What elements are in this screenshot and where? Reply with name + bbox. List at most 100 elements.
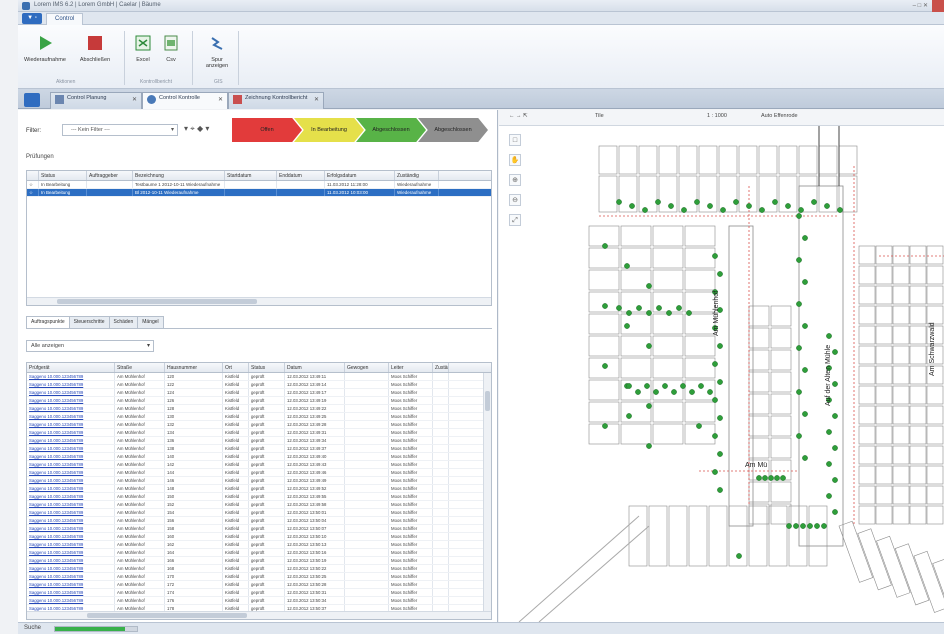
filter-select[interactable]: --- Kein Filter ---: [62, 124, 178, 136]
table-cell[interactable]: Saggeno 10.000.123456789: [27, 469, 115, 476]
horizontal-scrollbar[interactable]: [27, 611, 491, 619]
table-cell[interactable]: Saggeno 10.000.123456789: [27, 517, 115, 524]
table-row[interactable]: Saggeno 10.000.123456789 Am Mühlenhof 168 K…: [27, 565, 491, 573]
column-header[interactable]: Straße: [115, 363, 165, 372]
show-track-button[interactable]: Spur anzeigen: [200, 35, 234, 77]
table-row[interactable]: ☆ In Bearbeitung Bl 2012-10-11 Wiederaufna…: [27, 189, 491, 197]
table-cell[interactable]: Saggeno 10.000.123456789: [27, 493, 115, 500]
column-header[interactable]: Datum: [285, 363, 345, 372]
map-nav-buttons[interactable]: ← → ⇱: [509, 113, 528, 119]
finish-button[interactable]: Abschließen: [74, 35, 116, 77]
table-row[interactable]: Saggeno 10.000.123456789 Am Mühlenhof 146 K…: [27, 477, 491, 485]
table-cell[interactable]: Saggeno 10.000.123456789: [27, 461, 115, 468]
column-header[interactable]: Erfolgsdatum: [325, 171, 395, 180]
table-row[interactable]: Saggeno 10.000.123456789 Am Mühlenhof 124 K…: [27, 389, 491, 397]
scrollbar-thumb[interactable]: [57, 299, 257, 304]
table-row[interactable]: Saggeno 10.000.123456789 Am Mühlenhof 130 K…: [27, 413, 491, 421]
table-row[interactable]: Saggeno 10.000.123456789 Am Mühlenhof 126 K…: [27, 397, 491, 405]
cadastral-map[interactable]: [499, 126, 944, 622]
table-row[interactable]: Saggeno 10.000.123456789 Am Mühlenhof 176 K…: [27, 597, 491, 605]
table-row[interactable]: Saggeno 10.000.123456789 Am Mühlenhof 174 K…: [27, 589, 491, 597]
map-zoom-mode[interactable]: Tile: [595, 113, 604, 119]
table-row[interactable]: Saggeno 10.000.123456789 Am Mühlenhof 154 K…: [27, 509, 491, 517]
table-row[interactable]: Saggeno 10.000.123456789 Am Mühlenhof 152 K…: [27, 501, 491, 509]
doc-tab-planning[interactable]: Control Planung ✕: [50, 92, 142, 109]
table-cell[interactable]: Saggeno 10.000.123456789: [27, 413, 115, 420]
table-row[interactable]: Saggeno 10.000.123456789 Am Mühlenhof 150 K…: [27, 493, 491, 501]
table-row[interactable]: Saggeno 10.000.123456789 Am Mühlenhof 122 K…: [27, 381, 491, 389]
close-icon[interactable]: ✕: [132, 97, 137, 103]
table-cell[interactable]: Saggeno 10.000.123456789: [27, 549, 115, 556]
table-cell[interactable]: Saggeno 10.000.123456789: [27, 533, 115, 540]
table-row[interactable]: Saggeno 10.000.123456789 Am Mühlenhof 170 K…: [27, 573, 491, 581]
home-tab-icon[interactable]: [24, 93, 40, 107]
table-row[interactable]: Saggeno 10.000.123456789 Am Mühlenhof 138 K…: [27, 445, 491, 453]
status-step-archived[interactable]: Abgeschlossen: [418, 118, 488, 142]
doc-tab-control[interactable]: Control Kontrolle ✕: [142, 92, 228, 109]
column-header[interactable]: Zustän: [433, 363, 449, 372]
scrollbar-thumb[interactable]: [87, 613, 247, 618]
status-step-open[interactable]: Offen: [232, 118, 302, 142]
table-cell[interactable]: Saggeno 10.000.123456789: [27, 445, 115, 452]
table-cell[interactable]: Saggeno 10.000.123456789: [27, 525, 115, 532]
tab-auftragspunkte[interactable]: Auftragspunkte: [26, 316, 70, 328]
table-row[interactable]: Saggeno 10.000.123456789 Am Mühlenhof 166 K…: [27, 557, 491, 565]
scrollbar-thumb[interactable]: [485, 391, 490, 411]
table-row[interactable]: ☆ In Bearbeitung Testbaume 1 2012-10-11 Wi…: [27, 181, 491, 189]
column-header[interactable]: Ort: [223, 363, 249, 372]
table-row[interactable]: Saggeno 10.000.123456789 Am Mühlenhof 156 K…: [27, 517, 491, 525]
table-cell[interactable]: Saggeno 10.000.123456789: [27, 597, 115, 604]
status-step-done[interactable]: Abgeschlossen: [356, 118, 426, 142]
table-row[interactable]: Saggeno 10.000.123456789 Am Mühlenhof 158 K…: [27, 525, 491, 533]
ribbon-tab-control[interactable]: Control: [46, 13, 84, 25]
table-cell[interactable]: Saggeno 10.000.123456789: [27, 453, 115, 460]
table-row[interactable]: Saggeno 10.000.123456789 Am Mühlenhof 160 K…: [27, 533, 491, 541]
table-cell[interactable]: Saggeno 10.000.123456789: [27, 405, 115, 412]
horizontal-scrollbar[interactable]: [27, 297, 491, 305]
map-view[interactable]: ← → ⇱ Tile 1 : 1000 Auto Effenrode □ ✋ ⊕…: [499, 110, 944, 622]
column-header[interactable]: Bezeichnung: [133, 171, 225, 180]
column-header[interactable]: Enddatum: [277, 171, 325, 180]
table-cell[interactable]: Saggeno 10.000.123456789: [27, 573, 115, 580]
tab-schaeden[interactable]: Schäden: [108, 316, 139, 328]
table-cell[interactable]: Saggeno 10.000.123456789: [27, 373, 115, 380]
tab-steuerschritte[interactable]: Steuerschritte: [68, 316, 110, 328]
doc-tab-drawing[interactable]: Zeichnung Kontrollbericht ✕: [228, 92, 324, 109]
table-cell[interactable]: Saggeno 10.000.123456789: [27, 557, 115, 564]
table-row[interactable]: Saggeno 10.000.123456789 Am Mühlenhof 136 K…: [27, 437, 491, 445]
show-filter-select[interactable]: Alle anzeigen: [26, 340, 154, 352]
table-row[interactable]: Saggeno 10.000.123456789 Am Mühlenhof 148 K…: [27, 485, 491, 493]
status-step-in-progress[interactable]: In Bearbeitung: [294, 118, 364, 142]
table-cell[interactable]: Saggeno 10.000.123456789: [27, 565, 115, 572]
table-cell[interactable]: Saggeno 10.000.123456789: [27, 381, 115, 388]
table-cell[interactable]: Saggeno 10.000.123456789: [27, 421, 115, 428]
table-cell[interactable]: Saggeno 10.000.123456789: [27, 509, 115, 516]
table-cell[interactable]: Saggeno 10.000.123456789: [27, 485, 115, 492]
table-cell[interactable]: Saggeno 10.000.123456789: [27, 429, 115, 436]
table-row[interactable]: Saggeno 10.000.123456789 Am Mühlenhof 134 K…: [27, 429, 491, 437]
table-cell[interactable]: Saggeno 10.000.123456789: [27, 589, 115, 596]
vertical-scrollbar[interactable]: [483, 373, 491, 613]
column-header[interactable]: Gewogen: [345, 363, 389, 372]
file-menu-button[interactable]: ▼ ▫: [22, 13, 42, 24]
table-cell[interactable]: Saggeno 10.000.123456789: [27, 541, 115, 548]
table-row[interactable]: Saggeno 10.000.123456789 Am Mühlenhof 120 K…: [27, 373, 491, 381]
close-icon[interactable]: ✕: [218, 97, 223, 103]
table-cell[interactable]: Saggeno 10.000.123456789: [27, 397, 115, 404]
excel-button[interactable]: Excel: [128, 35, 158, 77]
filter-tools-icon[interactable]: ▾ ⌖ ◆ ▾: [184, 124, 209, 134]
resume-button[interactable]: Wiederaufnahme: [24, 35, 66, 77]
column-header[interactable]: Startdatum: [225, 171, 277, 180]
table-cell[interactable]: Saggeno 10.000.123456789: [27, 581, 115, 588]
column-header[interactable]: Auftraggeber: [87, 171, 133, 180]
table-row[interactable]: Saggeno 10.000.123456789 Am Mühlenhof 164 K…: [27, 549, 491, 557]
table-cell[interactable]: Saggeno 10.000.123456789: [27, 389, 115, 396]
column-header[interactable]: Leiter: [389, 363, 433, 372]
map-scale[interactable]: 1 : 1000: [707, 113, 727, 119]
table-row[interactable]: Saggeno 10.000.123456789 Am Mühlenhof 172 K…: [27, 581, 491, 589]
table-row[interactable]: Saggeno 10.000.123456789 Am Mühlenhof 128 K…: [27, 405, 491, 413]
table-cell[interactable]: Saggeno 10.000.123456789: [27, 501, 115, 508]
tab-maengel[interactable]: Mängel: [137, 316, 164, 328]
table-row[interactable]: Saggeno 10.000.123456789 Am Mühlenhof 144 K…: [27, 469, 491, 477]
column-header[interactable]: Status: [249, 363, 285, 372]
